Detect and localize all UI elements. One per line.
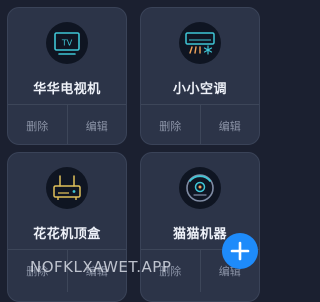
plus-icon bbox=[230, 241, 250, 261]
device-card-header: TV 华华电视机 bbox=[8, 8, 126, 104]
delete-button[interactable]: 删除 bbox=[141, 105, 200, 144]
router-box-icon bbox=[45, 166, 89, 210]
card-actions: 删除 编辑 bbox=[8, 104, 127, 144]
add-device-button[interactable] bbox=[222, 233, 258, 269]
device-name: 小小空调 bbox=[172, 82, 227, 97]
delete-button[interactable]: 删除 bbox=[8, 105, 67, 144]
edit-button[interactable]: 编辑 bbox=[199, 105, 260, 144]
card-actions: 删除 编辑 bbox=[141, 104, 260, 144]
device-card-tv[interactable]: TV 华华电视机 删除 编辑 bbox=[7, 7, 127, 145]
tv-icon: TV bbox=[45, 21, 89, 65]
device-name: 华华电视机 bbox=[33, 82, 101, 97]
device-name: 花花机顶盒 bbox=[33, 227, 101, 242]
tv-icon-text: TV bbox=[61, 39, 73, 48]
device-card-robot-vacuum[interactable]: 猫猫机器 删除 编辑 bbox=[140, 152, 260, 302]
device-card-header: 小小空调 bbox=[141, 8, 259, 104]
device-card-set-top-box[interactable]: 花花机顶盒 删除 编辑 bbox=[7, 152, 127, 302]
robot-vacuum-icon bbox=[178, 166, 222, 210]
device-card-header: 花花机顶盒 bbox=[8, 153, 126, 249]
device-card-air-conditioner[interactable]: 小小空调 删除 编辑 bbox=[140, 7, 260, 145]
edit-button[interactable]: 编辑 bbox=[66, 105, 127, 144]
watermark: NOFKLXAWET.APP bbox=[30, 258, 172, 276]
air-conditioner-icon bbox=[178, 21, 222, 65]
